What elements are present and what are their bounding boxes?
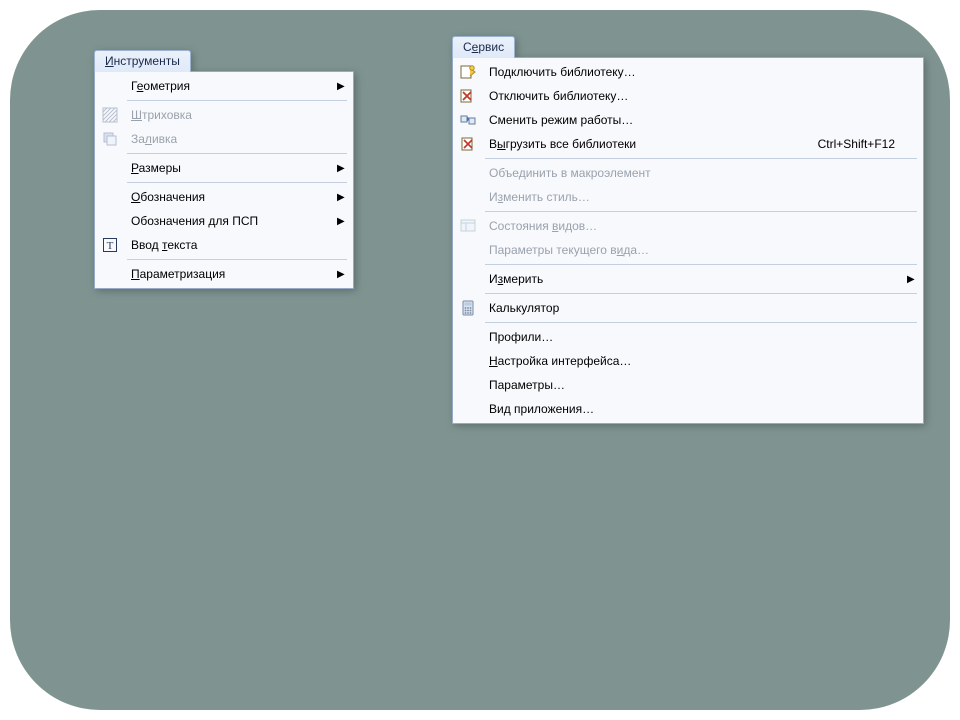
menu-item[interactable]: Сменить режим работы… xyxy=(455,108,921,132)
lib-unload-icon xyxy=(455,132,481,156)
menu-item: Заливка xyxy=(97,127,351,151)
fill-icon xyxy=(97,127,123,151)
submenu-arrow-icon: ▶ xyxy=(337,216,351,227)
lib-disconnect-icon xyxy=(455,84,481,108)
menu-item-label: Объединить в макроэлемент xyxy=(481,166,907,180)
menu-tab-service[interactable]: Сервис xyxy=(452,36,515,58)
menu-separator xyxy=(485,211,917,212)
menu-item-label: Настройка интерфейса… xyxy=(481,354,907,368)
menu-item[interactable]: Выгрузить все библиотекиCtrl+Shift+F12 xyxy=(455,132,921,156)
menu-item-label: Обозначения для ПСП xyxy=(123,214,337,228)
menu-separator xyxy=(485,158,917,159)
menu-item[interactable]: Калькулятор xyxy=(455,296,921,320)
menu-item[interactable]: Геометрия▶ xyxy=(97,74,351,98)
menu-item-label: Заливка xyxy=(123,132,337,146)
menu-item-label: Размеры xyxy=(123,161,337,175)
menu-item-label: Отключить библиотеку… xyxy=(481,89,907,103)
menu-item[interactable]: Вид приложения… xyxy=(455,397,921,421)
menu-item[interactable]: Параметризация▶ xyxy=(97,262,351,286)
menu-item-label: Измерить xyxy=(481,272,907,286)
menu-tab-instruments[interactable]: Инструменты xyxy=(94,50,191,72)
menu-item[interactable]: Отключить библиотеку… xyxy=(455,84,921,108)
menu-item-label: Обозначения xyxy=(123,190,337,204)
menu-item-label: Калькулятор xyxy=(481,301,907,315)
no-icon xyxy=(455,349,481,373)
menu-separator xyxy=(127,153,347,154)
menu-item[interactable]: Обозначения для ПСП▶ xyxy=(97,209,351,233)
no-icon xyxy=(97,185,123,209)
hatch-icon xyxy=(97,103,123,127)
menu-item[interactable]: Обозначения▶ xyxy=(97,185,351,209)
menu-items-instruments: Геометрия▶ШтриховкаЗаливкаРазмеры▶Обозна… xyxy=(95,72,353,288)
menu-item-label: Изменить стиль… xyxy=(481,190,907,204)
submenu-arrow-icon: ▶ xyxy=(337,192,351,203)
menu-separator xyxy=(127,182,347,183)
no-icon xyxy=(455,161,481,185)
menu-item-label: Параметры… xyxy=(481,378,907,392)
menu-item: Штриховка xyxy=(97,103,351,127)
menu-item-label: Параметризация xyxy=(123,267,337,281)
no-icon xyxy=(455,397,481,421)
menu-item: Состояния видов… xyxy=(455,214,921,238)
menu-item-label: Ввод текста xyxy=(123,238,337,252)
menu-item[interactable]: Профили… xyxy=(455,325,921,349)
menu-item-label: Параметры текущего вида… xyxy=(481,243,907,257)
menu-item-label: Выгрузить все библиотеки xyxy=(481,137,818,151)
submenu-arrow-icon: ▶ xyxy=(907,274,921,285)
menu-separator xyxy=(485,293,917,294)
menu-item-label: Геометрия xyxy=(123,79,337,93)
svg-text:T: T xyxy=(107,240,114,252)
menu-separator xyxy=(485,264,917,265)
menu-instruments: Инструменты Геометрия▶ШтриховкаЗаливкаРа… xyxy=(94,50,354,289)
submenu-arrow-icon: ▶ xyxy=(337,269,351,280)
menu-item: Параметры текущего вида… xyxy=(455,238,921,262)
no-icon xyxy=(455,267,481,291)
menu-item-label: Профили… xyxy=(481,330,907,344)
text-icon: T xyxy=(97,233,123,257)
menu-item-label: Подключить библиотеку… xyxy=(481,65,907,79)
submenu-arrow-icon: ▶ xyxy=(337,163,351,174)
menu-item-label: Состояния видов… xyxy=(481,219,907,233)
menu-item[interactable]: T Ввод текста xyxy=(97,233,351,257)
lib-connect-icon xyxy=(455,60,481,84)
no-icon xyxy=(455,185,481,209)
menu-item[interactable]: Размеры▶ xyxy=(97,156,351,180)
calculator-icon xyxy=(455,296,481,320)
menu-item: Изменить стиль… xyxy=(455,185,921,209)
menu-item-label: Сменить режим работы… xyxy=(481,113,907,127)
menu-separator xyxy=(485,322,917,323)
view-state-icon xyxy=(455,214,481,238)
menu-item[interactable]: Настройка интерфейса… xyxy=(455,349,921,373)
menu-item[interactable]: Подключить библиотеку… xyxy=(455,60,921,84)
no-icon xyxy=(455,373,481,397)
menu-item: Объединить в макроэлемент xyxy=(455,161,921,185)
menu-item[interactable]: Параметры… xyxy=(455,373,921,397)
menu-body-service: Подключить библиотеку… Отключить библиоте… xyxy=(452,57,924,424)
menu-item-shortcut: Ctrl+Shift+F12 xyxy=(818,137,907,151)
mode-switch-icon xyxy=(455,108,481,132)
no-icon xyxy=(97,209,123,233)
menu-body-instruments: Геометрия▶ШтриховкаЗаливкаРазмеры▶Обозна… xyxy=(94,71,354,289)
menu-service: Сервис Подключить библиотеку… Отключить б… xyxy=(452,36,924,424)
no-icon xyxy=(455,325,481,349)
no-icon xyxy=(97,74,123,98)
no-icon xyxy=(97,156,123,180)
menu-separator xyxy=(127,259,347,260)
menu-items-service: Подключить библиотеку… Отключить библиоте… xyxy=(453,58,923,423)
stage: Инструменты Геометрия▶ШтриховкаЗаливкаРа… xyxy=(0,0,960,720)
menu-item-label: Вид приложения… xyxy=(481,402,907,416)
menu-item[interactable]: Измерить▶ xyxy=(455,267,921,291)
menu-item-label: Штриховка xyxy=(123,108,337,122)
no-icon xyxy=(97,262,123,286)
submenu-arrow-icon: ▶ xyxy=(337,81,351,92)
no-icon xyxy=(455,238,481,262)
menu-separator xyxy=(127,100,347,101)
